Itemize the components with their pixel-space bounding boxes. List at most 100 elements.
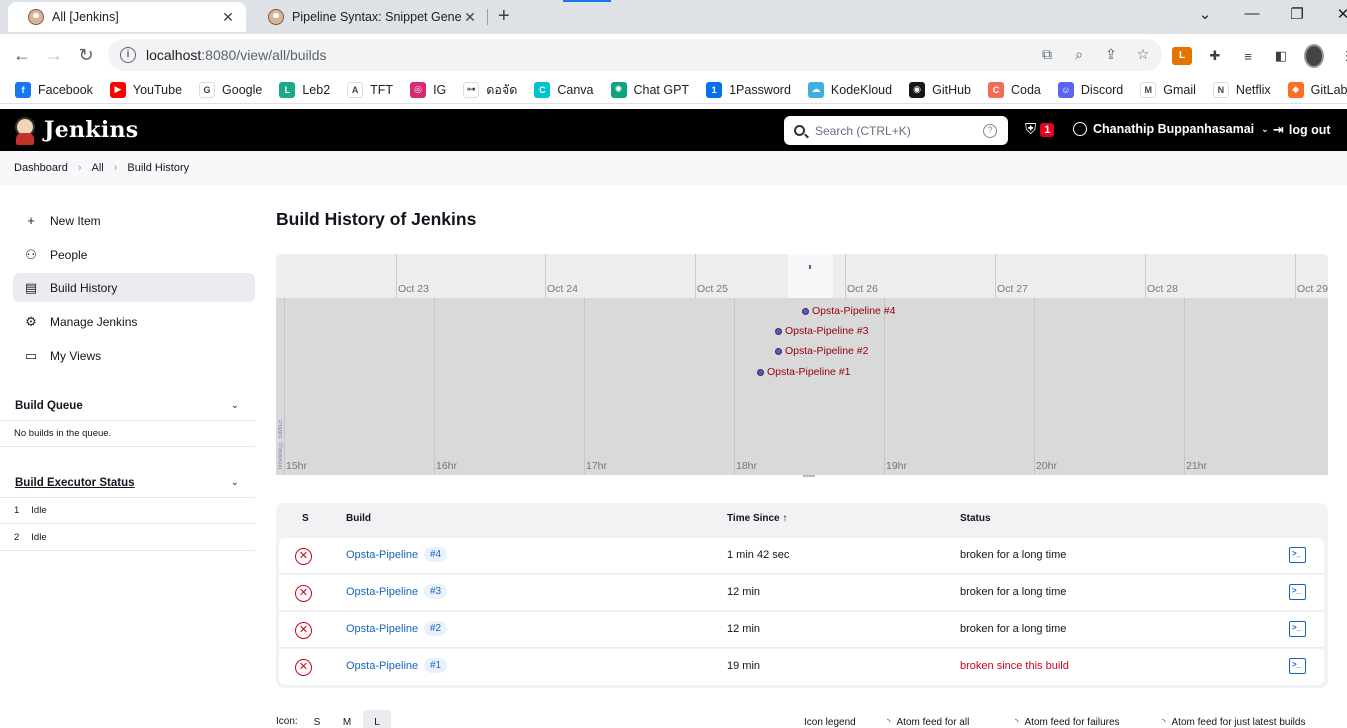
user-menu[interactable]: Chanathip Buppanhasamai ⌄ <box>1073 122 1269 136</box>
site-info-icon[interactable]: i <box>120 47 136 63</box>
bookmark-gmail[interactable]: M Gmail <box>1140 81 1196 98</box>
tab-search-chevron-icon[interactable]: ⌄ <box>1195 5 1215 23</box>
build-timeline[interactable]: Timeline © SIMILE Oct 23 Oct 24 Oct 25 Oct … <box>276 254 1328 475</box>
build-queue-header[interactable]: Build Queue ⌄ <box>0 391 255 421</box>
breadcrumb-build-history[interactable]: Build History <box>127 162 189 174</box>
chevron-down-icon[interactable]: ⌄ <box>231 477 239 488</box>
reading-list-icon[interactable]: ≡ <box>1238 49 1258 64</box>
console-output-icon[interactable]: >_ <box>1289 547 1306 563</box>
atom-feed-failures-link[interactable]: ◝ Atom feed for failures <box>1015 717 1120 728</box>
logout-icon: ⇥ <box>1273 122 1284 137</box>
build-number-link[interactable]: #1 <box>424 658 448 673</box>
back-icon[interactable]: ← <box>11 44 33 66</box>
bookmark--[interactable]: ⊶ ดอจัด <box>463 80 517 100</box>
job-link[interactable]: Opsta-Pipeline <box>346 660 418 672</box>
timeline-event[interactable]: Opsta-Pipeline #2 <box>775 345 868 357</box>
job-link[interactable]: Opsta-Pipeline <box>346 549 418 561</box>
close-tab-icon[interactable]: ✕ <box>462 9 478 26</box>
executor-status-header[interactable]: Build Executor Status ⌄ <box>0 468 255 498</box>
bookmark-google[interactable]: G Google <box>199 81 262 98</box>
table-row: ✕ Opsta-Pipeline #4 1 min 42 sec broken … <box>279 538 1324 574</box>
icon-size-large-button[interactable]: L <box>363 710 391 728</box>
bookmark-facebook[interactable]: f Facebook <box>15 81 93 98</box>
bookmark-gitlab[interactable]: ◆ GitLab <box>1287 81 1347 98</box>
executor-status-title[interactable]: Build Executor Status <box>15 477 135 489</box>
job-link[interactable]: Opsta-Pipeline <box>346 623 418 635</box>
reload-icon[interactable]: ↻ <box>75 44 97 66</box>
timeline-date-label: Oct 24 <box>547 283 578 295</box>
column-header-status-text[interactable]: Status <box>960 513 991 524</box>
bookmark-star-icon[interactable]: ☆ <box>1134 46 1152 63</box>
gmail-icon: M <box>1140 81 1157 98</box>
bookmark-1password[interactable]: 1 1Password <box>706 81 791 98</box>
restore-icon[interactable]: ❐ <box>1287 5 1307 23</box>
breadcrumb-all[interactable]: All <box>92 162 104 174</box>
security-monitor[interactable]: ⛨ 1 <box>1025 121 1055 138</box>
column-header-time-since[interactable]: Time Since ↑ <box>727 513 787 524</box>
profile-avatar[interactable] <box>1304 44 1324 68</box>
timeline-event[interactable]: Opsta-Pipeline #3 <box>775 325 868 337</box>
new-tab-icon[interactable]: + <box>498 6 510 26</box>
logout-link[interactable]: ⇥ log out <box>1273 122 1331 138</box>
close-window-icon[interactable]: ✕ <box>1333 5 1347 23</box>
sidebar-item-my-views[interactable]: ▭ My Views <box>13 341 255 370</box>
search-input[interactable] <box>815 123 983 138</box>
close-tab-icon[interactable]: ✕ <box>220 9 236 26</box>
puzzle-extensions-icon[interactable]: ✚ <box>1205 48 1225 64</box>
search-help-icon[interactable]: ? <box>983 123 997 138</box>
console-output-icon[interactable]: >_ <box>1289 584 1306 600</box>
minimize-icon[interactable]: — <box>1242 5 1262 22</box>
side-panel-icon[interactable]: ◧ <box>1271 48 1291 64</box>
time-since: 12 min <box>727 623 761 635</box>
jenkins-search-box[interactable]: ? <box>784 116 1008 145</box>
column-header-status[interactable]: S <box>302 513 309 524</box>
jenkins-logo[interactable]: Jenkins <box>13 115 138 145</box>
build-number-link[interactable]: #2 <box>424 621 448 636</box>
bookmark-discord[interactable]: ☺ Discord <box>1057 81 1123 98</box>
chevron-down-icon[interactable]: ⌄ <box>231 400 239 411</box>
sidebar-item-build-history[interactable]: ▤ Build History <box>13 273 255 302</box>
bookmark-github[interactable]: ◉ GitHub <box>909 81 971 98</box>
address-bar[interactable]: i localhost:8080/view/all/builds ⧉ ⌕ ⇪ ☆ <box>108 39 1162 71</box>
icon-legend-link[interactable]: Icon legend <box>804 717 856 728</box>
bookmark-leb2[interactable]: L Leb2 <box>279 81 330 98</box>
extension-icon[interactable]: L <box>1172 47 1192 65</box>
zoom-icon[interactable]: ⌕ <box>1070 46 1088 63</box>
share-icon[interactable]: ⇪ <box>1102 46 1120 63</box>
tab-all-jenkins[interactable]: All [Jenkins] ✕ <box>8 2 246 32</box>
build-number-link[interactable]: #3 <box>424 584 448 599</box>
translate-icon[interactable]: ⧉ <box>1038 46 1056 63</box>
loading-indicator <box>563 0 611 2</box>
sidebar-item-people[interactable]: ⚇ People <box>13 240 255 269</box>
console-output-icon[interactable]: >_ <box>1289 621 1306 637</box>
time-since-label: Time Since <box>727 513 780 524</box>
timeline-hour-label: 17hr <box>586 460 608 472</box>
console-output-icon[interactable]: >_ <box>1289 658 1306 674</box>
bookmark-kodekloud[interactable]: ☁ KodeKloud <box>807 81 892 98</box>
bookmark-chat-gpt[interactable]: ✺ Chat GPT <box>610 81 689 98</box>
bookmark-netflix[interactable]: N Netflix <box>1212 81 1271 98</box>
atom-feed-latest-link[interactable]: ◝ Atom feed for just latest builds <box>1162 717 1305 728</box>
column-header-build[interactable]: Build <box>346 513 371 524</box>
executor-number: 1 <box>14 504 20 516</box>
build-status: broken for a long time <box>960 586 1067 598</box>
timeline-event[interactable]: Opsta-Pipeline #1 <box>757 366 850 378</box>
atom-feed-all-link[interactable]: ◝ Atom feed for all <box>887 717 969 728</box>
bookmark-tft[interactable]: A TFT <box>347 81 393 98</box>
bookmark-canva[interactable]: C Canva <box>534 81 594 98</box>
bookmark-youtube[interactable]: ▶ YouTube <box>109 81 182 98</box>
timeline-event[interactable]: Opsta-Pipeline #4 <box>802 305 895 317</box>
build-number-link[interactable]: #4 <box>424 547 448 562</box>
timeline-resize-handle[interactable] <box>803 475 815 477</box>
menu-kebab-icon[interactable]: ⋮ <box>1337 48 1347 64</box>
bookmark-ig[interactable]: ◎ IG <box>410 81 446 98</box>
tab-pipeline-syntax[interactable]: Pipeline Syntax: Snippet Generat ✕ <box>248 2 488 32</box>
breadcrumb-dashboard[interactable]: Dashboard <box>14 162 68 174</box>
icon-size-small-button[interactable]: S <box>303 710 331 728</box>
job-link[interactable]: Opsta-Pipeline <box>346 586 418 598</box>
bookmark-coda[interactable]: C Coda <box>988 81 1041 98</box>
sidebar-item-new-item[interactable]: + New Item <box>13 206 255 235</box>
forward-icon[interactable]: → <box>43 44 65 66</box>
sidebar-item-manage-jenkins[interactable]: ⚙ Manage Jenkins <box>13 307 255 336</box>
icon-size-medium-button[interactable]: M <box>333 710 361 728</box>
